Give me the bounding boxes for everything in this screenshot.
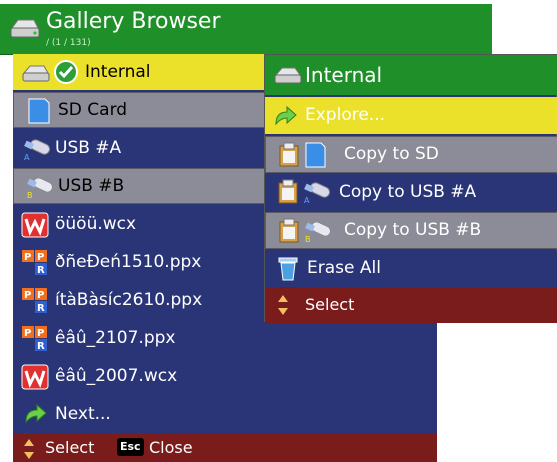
svg-text:P: P	[37, 328, 44, 339]
list-item-label: USB #A	[55, 138, 122, 158]
wcx-file-icon	[21, 364, 49, 390]
updown-arrows-icon	[24, 439, 34, 459]
menu-item-copy-to-sd[interactable]: Copy to SD	[265, 136, 557, 173]
list-item-label: USB #B	[58, 176, 125, 196]
trash-icon	[278, 257, 298, 281]
context-menu-status-bar: Select	[265, 287, 557, 323]
svg-text:R: R	[37, 303, 45, 314]
select-hint: Select	[305, 295, 355, 314]
sd-card-icon	[28, 98, 50, 124]
menu-item-label: Copy to SD	[344, 144, 439, 164]
title-bar: Gallery Browser / (1 / 131)	[0, 4, 492, 55]
svg-text:P: P	[24, 290, 31, 301]
svg-text:A: A	[304, 196, 310, 205]
menu-item-explore[interactable]: Explore...	[265, 97, 557, 134]
svg-text:B: B	[27, 191, 33, 200]
menu-item-label: Copy to USB #B	[344, 220, 482, 240]
next-arrow-icon	[275, 105, 297, 126]
app-title: Gallery Browser	[46, 9, 221, 34]
svg-text:A: A	[24, 153, 30, 162]
menu-item-copy-to-usb-a[interactable]: A Copy to USB #A	[265, 174, 557, 211]
svg-text:P: P	[37, 290, 44, 301]
select-hint: Select	[45, 438, 95, 457]
close-hint: Close	[149, 438, 193, 457]
svg-text:R: R	[37, 265, 45, 276]
ppx-file-icon: P P R	[22, 326, 47, 352]
menu-item-copy-to-usb-b[interactable]: B Copy to USB #B	[265, 212, 557, 249]
wcx-file-icon	[21, 212, 49, 238]
list-item-label: êâû_2007.wcx	[55, 366, 178, 386]
next-arrow-icon	[25, 403, 47, 424]
svg-text:R: R	[37, 341, 45, 352]
usb-b-icon: B	[305, 221, 332, 244]
esc-key-icon: Esc	[117, 438, 144, 456]
list-item-file[interactable]: P P R êâû_2107.ppx	[13, 320, 437, 356]
svg-text:B: B	[305, 235, 311, 244]
menu-item-label: Erase All	[307, 258, 381, 278]
list-item-file[interactable]: êâû_2007.wcx	[13, 358, 437, 394]
usb-a-icon: A	[304, 182, 331, 205]
ppx-file-icon: P P R	[22, 250, 47, 276]
menu-item-label: Explore...	[305, 105, 386, 125]
svg-text:P: P	[24, 252, 31, 263]
list-item-label: êâû_2107.ppx	[55, 328, 176, 348]
context-menu-title-label: Internal	[305, 63, 383, 87]
check-icon	[54, 60, 78, 84]
sd-card-icon	[305, 142, 326, 168]
status-bar: Select Esc Close	[13, 434, 437, 462]
list-item-label: ðñeÐeń1510.ppx	[55, 252, 202, 272]
clipboard-icon	[278, 179, 298, 204]
usb-b-icon: B	[27, 177, 54, 200]
drive-icon	[10, 19, 40, 38]
list-item-label: öüöü.wcx	[55, 214, 137, 234]
ppx-file-icon: P P R	[22, 288, 47, 314]
menu-item-label: Copy to USB #A	[339, 182, 477, 202]
context-menu-title: Internal	[265, 55, 557, 95]
clipboard-icon	[279, 218, 299, 243]
list-item-label: Internal	[85, 62, 151, 82]
list-item-label: SD Card	[58, 100, 128, 120]
menu-item-erase-all[interactable]: Erase All	[265, 250, 557, 287]
drive-icon	[22, 65, 50, 82]
drive-icon	[274, 67, 302, 84]
updown-arrows-icon	[278, 295, 288, 315]
list-item-next[interactable]: Next...	[13, 396, 437, 432]
path-counter: / (1 / 131)	[46, 38, 91, 48]
context-menu: Internal Explore... Copy to SD A Copy to	[264, 54, 557, 323]
usb-a-icon: A	[24, 139, 51, 162]
list-item-label: Next...	[55, 404, 111, 424]
clipboard-icon	[279, 142, 299, 167]
svg-text:P: P	[24, 328, 31, 339]
list-item-label: ítàBàsíc2610.ppx	[55, 290, 203, 310]
svg-text:P: P	[37, 252, 44, 263]
